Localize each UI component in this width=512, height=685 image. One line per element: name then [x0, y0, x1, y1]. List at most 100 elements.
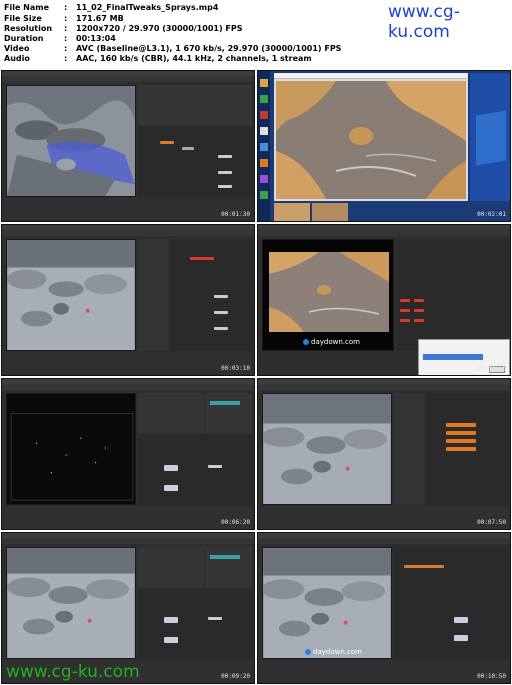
node-network [396, 239, 508, 351]
watermark-top: www.cg-ku.com [388, 2, 460, 42]
network-node[interactable] [214, 311, 228, 314]
viewport [6, 393, 136, 505]
desktop-icon[interactable] [260, 159, 268, 167]
duration-value: 00:13:04 [76, 34, 116, 43]
desktop-icon[interactable] [260, 79, 268, 87]
file-name-row: File Name:11_02_FinalTweaks_Sprays.mp4 [4, 2, 218, 13]
network-node[interactable] [404, 565, 444, 568]
highlight-bar [210, 555, 240, 559]
scene-render [7, 240, 135, 350]
network-node[interactable] [182, 147, 194, 150]
video-value: AVC (Baseline@L3.1), 1 670 kb/s, 29.970 … [76, 44, 342, 53]
desktop-icon[interactable] [260, 95, 268, 103]
desktop-icon[interactable] [260, 127, 268, 135]
network-node[interactable] [414, 309, 424, 312]
audio-label: Audio [4, 54, 30, 63]
task-thumbnail[interactable] [274, 203, 310, 221]
spreadsheet-panel [206, 393, 252, 433]
network-node[interactable] [214, 295, 228, 298]
separator: : [64, 54, 68, 63]
dialog-selection[interactable] [423, 354, 483, 360]
network-node[interactable] [446, 439, 476, 443]
scene-render [263, 548, 391, 658]
network-node[interactable] [218, 171, 232, 174]
parameter-panel [138, 393, 204, 433]
network-node[interactable] [164, 637, 178, 643]
network-node[interactable] [446, 431, 476, 435]
network-node[interactable] [208, 617, 222, 620]
render-window[interactable] [274, 73, 468, 201]
parameter-panel [394, 393, 424, 505]
network-node[interactable] [414, 319, 424, 322]
audio-row: Audio: AAC, 160 kb/s (CBR), 44.1 kHz, 2 c… [4, 53, 312, 64]
thumbnail-3: 00:03:10 [1, 224, 255, 376]
parameter-panel [138, 239, 168, 351]
tool-bar [258, 230, 510, 236]
audio-value: AAC, 160 kb/s (CBR), 44.1 kHz, 2 channel… [76, 54, 312, 63]
viewport [262, 393, 392, 505]
network-node[interactable] [214, 327, 228, 330]
tool-bar [2, 384, 254, 390]
network-node[interactable] [454, 635, 468, 641]
thumbnail-4: daydown.com 00:04:50 [257, 224, 511, 376]
daydown-label: daydown.com [311, 338, 360, 346]
parameter-panel [138, 547, 204, 587]
daydown-watermark: daydown.com [305, 648, 362, 656]
desktop-icon[interactable] [260, 143, 268, 151]
thumbnail-6: 00:07:50 [257, 378, 511, 530]
scene-render [7, 86, 135, 196]
timeline [258, 507, 510, 529]
network-node[interactable] [454, 617, 468, 623]
thumbnail-5: 00:06:20 [1, 378, 255, 530]
network-node[interactable] [446, 447, 476, 451]
separator: : [64, 3, 68, 12]
timecode: 00:10:50 [477, 673, 506, 680]
network-node[interactable] [208, 465, 222, 468]
node-network [138, 127, 252, 197]
windows-wallpaper [470, 73, 510, 201]
file-size-value: 171.67 MB [76, 14, 124, 23]
daydown-watermark: daydown.com [303, 338, 360, 346]
node-network [394, 547, 508, 659]
thumbnail-1: 00:01:30 [1, 70, 255, 222]
file-info-header: File Name:11_02_FinalTweaks_Sprays.mp4 F… [0, 0, 512, 66]
daydown-label: daydown.com [313, 648, 362, 656]
timeline [2, 353, 254, 375]
node-network [138, 589, 252, 659]
desktop-icon[interactable] [260, 111, 268, 119]
network-node[interactable] [160, 141, 174, 144]
timeline [258, 661, 510, 683]
watermark-bottom: www.cg-ku.com [6, 662, 140, 682]
river-render [269, 252, 389, 332]
node-network [426, 393, 508, 505]
timecode: 00:07:50 [477, 519, 506, 526]
viewport [6, 85, 136, 197]
network-node[interactable] [400, 319, 410, 322]
file-name-value: 11_02_FinalTweaks_Sprays.mp4 [76, 3, 219, 12]
network-node[interactable] [400, 309, 410, 312]
network-node[interactable] [218, 185, 232, 188]
desktop-icon[interactable] [260, 175, 268, 183]
network-node[interactable] [190, 257, 214, 260]
file-name-label: File Name [4, 3, 50, 12]
network-node[interactable] [164, 465, 178, 471]
network-node[interactable] [446, 423, 476, 427]
timecode: 00:09:20 [221, 673, 250, 680]
daydown-logo-icon [303, 339, 309, 345]
network-node[interactable] [218, 155, 232, 158]
resolution-value: 1200x720 / 29.970 (30000/1001) FPS [76, 24, 243, 33]
desktop-icon[interactable] [260, 191, 268, 199]
daydown-logo-icon [305, 649, 311, 655]
task-thumbnail[interactable] [312, 203, 348, 221]
network-node[interactable] [400, 299, 410, 302]
tool-bar [2, 230, 254, 236]
network-node[interactable] [414, 299, 424, 302]
viewport: daydown.com [262, 239, 394, 351]
spreadsheet-panel [206, 547, 252, 587]
timecode: 00:06:20 [221, 519, 250, 526]
desktop-icons [258, 71, 270, 221]
network-node[interactable] [164, 485, 178, 491]
network-node[interactable] [164, 617, 178, 623]
timeline [2, 507, 254, 529]
tool-bar [258, 538, 510, 544]
